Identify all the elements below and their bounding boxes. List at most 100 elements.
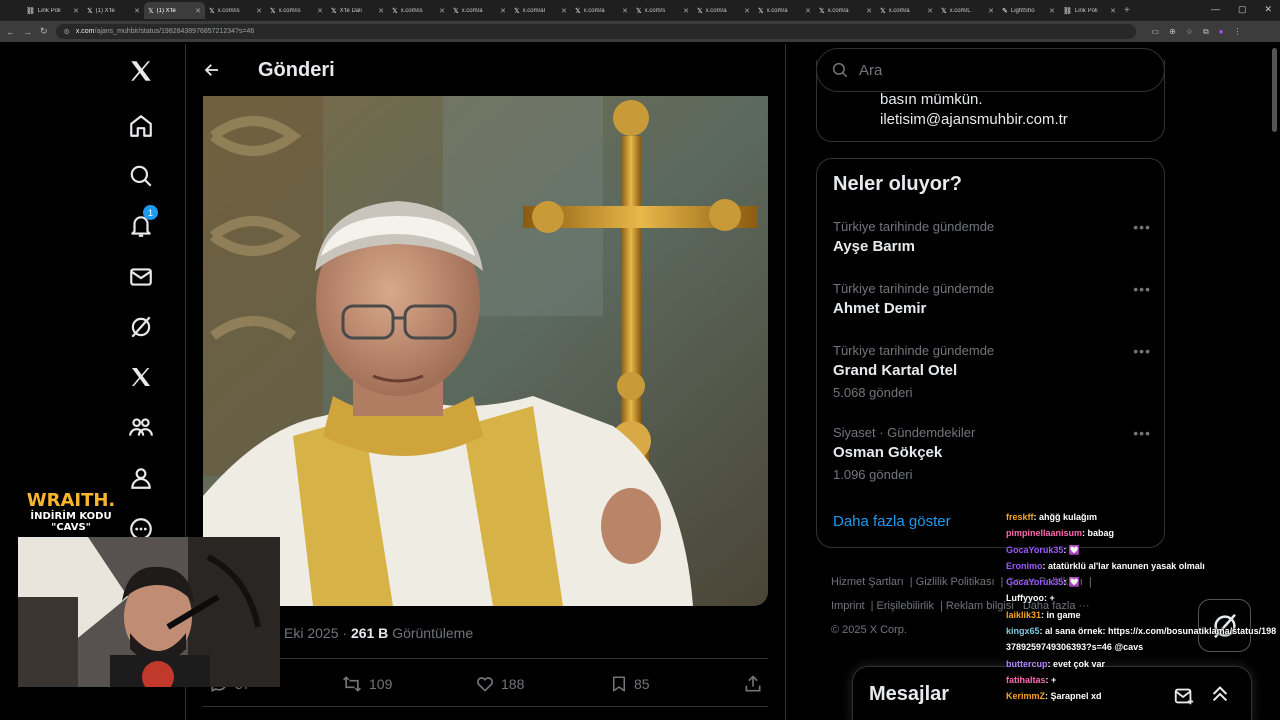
browser-tab[interactable]: 𝕏x.com/a ✕: [449, 2, 510, 19]
tab-close-icon[interactable]: ✕: [622, 7, 628, 15]
trend-more-icon[interactable]: •••: [1133, 425, 1151, 441]
browser-tab[interactable]: ⛓ Link Poli ✕: [1059, 2, 1120, 19]
chat-text: : babag: [1082, 528, 1115, 539]
post-date[interactable]: Eki 2025: [284, 625, 338, 641]
close-window-icon[interactable]: ✕: [1264, 4, 1272, 15]
search-input[interactable]: Ara: [816, 48, 1165, 92]
tab-close-icon[interactable]: ✕: [683, 7, 689, 15]
tab-close-icon[interactable]: ✕: [500, 7, 506, 15]
tab-close-icon[interactable]: ✕: [1049, 7, 1055, 15]
like-button[interactable]: 188: [475, 674, 524, 694]
x-logo-icon[interactable]: [126, 56, 156, 86]
trend-item[interactable]: Siyaset · Gündemdekiler Osman Gökçek 1.0…: [833, 425, 1151, 482]
messages-icon[interactable]: [126, 262, 156, 292]
forward-nav-icon[interactable]: →: [23, 27, 32, 37]
footer-accessibility-link[interactable]: Erişilebilirlik: [877, 600, 934, 612]
explore-search-icon[interactable]: [126, 161, 156, 191]
maximize-icon[interactable]: ▢: [1238, 4, 1247, 15]
grok-icon[interactable]: [126, 312, 156, 342]
site-info-icon[interactable]: ⚙: [64, 28, 70, 36]
back-button[interactable]: [186, 61, 238, 79]
browser-tab[interactable]: 𝕏x.com/a ✕: [754, 2, 815, 19]
communities-icon[interactable]: [126, 412, 156, 442]
browser-tab[interactable]: 𝕏 (1) X'te ✕: [144, 2, 205, 19]
share-button[interactable]: [743, 674, 763, 694]
tab-close-icon[interactable]: ✕: [256, 7, 262, 15]
chat-text: : +: [1044, 593, 1055, 604]
profile-icon[interactable]: ●: [1219, 27, 1224, 37]
trend-more-icon[interactable]: •••: [1133, 219, 1151, 235]
new-tab-button[interactable]: +: [1124, 5, 1130, 16]
browser-tab[interactable]: 𝕏x.com/L ✕: [937, 2, 998, 19]
bookmark-button[interactable]: 85: [610, 674, 650, 694]
x-logo-icon: 𝕏: [636, 7, 642, 15]
tab-close-icon[interactable]: ✕: [439, 7, 445, 15]
tab-close-icon[interactable]: ✕: [134, 7, 140, 15]
x-logo-icon: 𝕏: [87, 7, 93, 15]
footer-terms-link[interactable]: Hizmet Şartları: [831, 576, 904, 588]
home-icon[interactable]: [126, 111, 156, 141]
trend-more-icon[interactable]: •••: [1133, 343, 1151, 359]
browser-tab[interactable]: 𝕏x.com/a ✕: [693, 2, 754, 19]
tab-close-icon[interactable]: ✕: [744, 7, 750, 15]
trend-more-icon[interactable]: •••: [1133, 281, 1151, 297]
browser-tab[interactable]: ✎ LightSho ✕: [998, 2, 1059, 19]
chat-message: fatihaltas: +: [1006, 672, 1280, 688]
browser-tab[interactable]: 𝕏x.com/a ✕: [815, 2, 876, 19]
browser-tab[interactable]: 𝕏x.com/al ✕: [510, 2, 571, 19]
notifications-icon[interactable]: 1: [126, 205, 158, 241]
menu-icon[interactable]: ⋮: [1234, 27, 1242, 37]
tab-close-icon[interactable]: ✕: [561, 7, 567, 15]
post-header: Gönderi: [186, 44, 785, 96]
x-logo-icon: 𝕏: [697, 7, 703, 15]
footer-ads-link[interactable]: Reklam bilgisi: [946, 600, 1014, 612]
minimize-icon[interactable]: —: [1211, 4, 1220, 15]
tab-close-icon[interactable]: ✕: [927, 7, 933, 15]
install-icon[interactable]: ▭: [1152, 27, 1160, 37]
footer-imprint-link[interactable]: Imprint: [831, 600, 865, 612]
x-logo-icon: 𝕏: [880, 7, 886, 15]
browser-tab[interactable]: 𝕏x.com/is ✕: [205, 2, 266, 19]
back-nav-icon[interactable]: ←: [6, 27, 15, 37]
tab-close-icon[interactable]: ✕: [805, 7, 811, 15]
extensions-icon[interactable]: ⧉: [1203, 27, 1209, 37]
sponsor-discount-label: İNDİRİM KODU: [30, 511, 112, 522]
post-image[interactable]: [203, 96, 768, 606]
show-more-link[interactable]: Daha fazla göster: [833, 513, 951, 530]
trend-item[interactable]: Türkiye tarihinde gündemde Grand Kartal …: [833, 343, 1151, 400]
repost-button[interactable]: 109: [341, 674, 392, 694]
tab-close-icon[interactable]: ✕: [1110, 7, 1116, 15]
browser-tab[interactable]: ⛓ Link Poli ✕: [22, 2, 83, 19]
browser-tab[interactable]: 𝕏x.com/s ✕: [632, 2, 693, 19]
trend-item[interactable]: Türkiye tarihinde gündemde Ayşe Barım ••…: [833, 219, 1151, 255]
browser-tab[interactable]: 𝕏x.com/is ✕: [388, 2, 449, 19]
address-bar[interactable]: ⚙ x.com/ajans_muhbir/status/198284389768…: [55, 24, 1136, 39]
browser-tab[interactable]: 𝕏x.com/is ✕: [266, 2, 327, 19]
browser-tab-bar: ⛓ Link Poli ✕ 𝕏 (1) X'te ✕ 𝕏 (1) X'te ✕ 𝕏x.com/is…: [0, 0, 1280, 21]
footer-privacy-link[interactable]: Gizlilik Politikası: [916, 576, 995, 588]
tab-close-icon[interactable]: ✕: [73, 7, 79, 15]
url-path: /ajans_muhbir/status/1982843897685721234…: [94, 28, 255, 35]
window-controls: — ▢ ✕: [1211, 4, 1272, 15]
premium-x-icon[interactable]: [126, 362, 156, 392]
tab-close-icon[interactable]: ✕: [866, 7, 872, 15]
browser-tab[interactable]: 𝕏x.com/a ✕: [571, 2, 632, 19]
bookmark-star-icon[interactable]: ☆: [1186, 27, 1193, 37]
reload-icon[interactable]: ↻: [40, 26, 48, 37]
zoom-icon[interactable]: ⊕: [1169, 27, 1176, 37]
tab-close-icon[interactable]: ✕: [378, 7, 384, 15]
tab-close-icon[interactable]: ✕: [988, 7, 994, 15]
trend-name: Grand Kartal Otel: [833, 362, 958, 379]
x-logo-icon: 𝕏: [453, 7, 459, 15]
page-scrollbar[interactable]: [1272, 48, 1277, 132]
browser-tab[interactable]: 𝕏 X'te Dali ✕: [327, 2, 388, 19]
profile-nav-icon[interactable]: [126, 463, 156, 493]
browser-tab[interactable]: 𝕏 (1) X'te ✕: [83, 2, 144, 19]
tab-close-icon[interactable]: ✕: [195, 7, 201, 15]
browser-tab[interactable]: 𝕏x.com/a ✕: [876, 2, 937, 19]
trend-item[interactable]: Türkiye tarihinde gündemde Ahmet Demir •…: [833, 281, 1151, 317]
tab-close-icon[interactable]: ✕: [317, 7, 323, 15]
post-meta: Eki 2025 · 261 B Görüntüleme: [284, 625, 474, 641]
chat-username: buttercup: [1006, 658, 1048, 669]
notification-badge: 1: [143, 205, 158, 220]
